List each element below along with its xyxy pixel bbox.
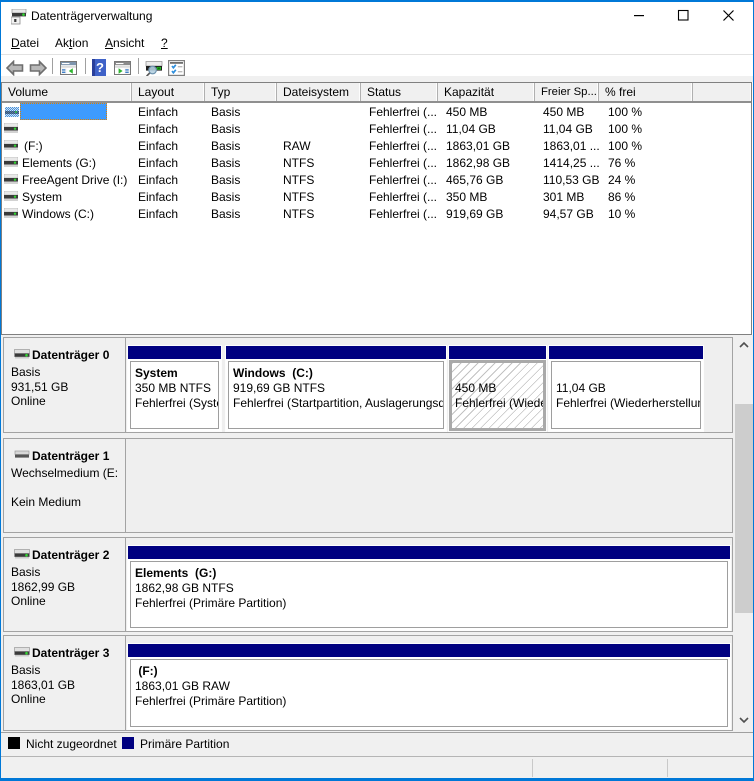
svg-text:?: ? bbox=[96, 60, 104, 75]
